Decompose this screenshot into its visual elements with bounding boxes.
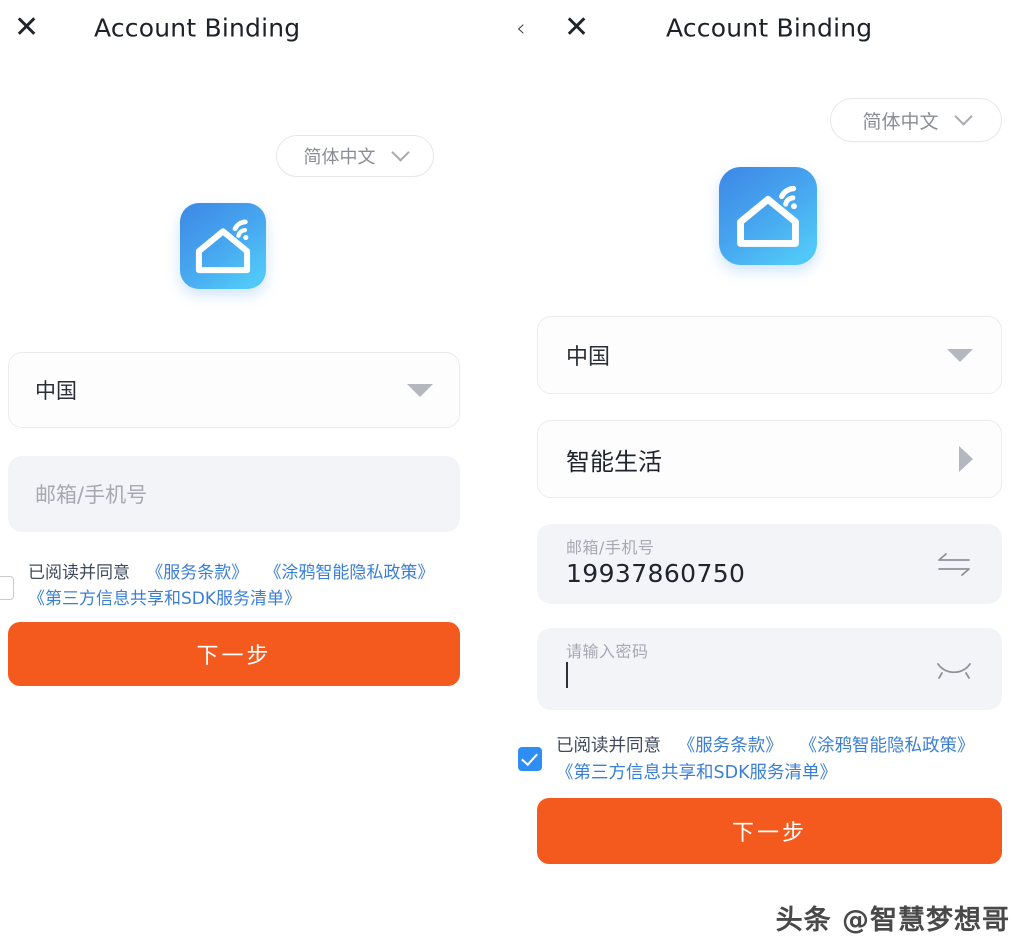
account-input[interactable]: 邮箱/手机号 19937860750 [537, 524, 1002, 604]
triangle-down-icon [947, 348, 973, 362]
next-step-button[interactable]: 下一步 [537, 798, 1002, 864]
right-header-bar: ‹ ✕ Account Binding [500, 0, 1024, 56]
close-icon[interactable]: ✕ [14, 13, 39, 43]
agreement-text: 已阅读并同意 《服务条款》 《涂鸦智能隐私政策》 《第三方信息共享和SDK服务清… [556, 733, 1014, 787]
app-selector-row[interactable]: 智能生活 [537, 420, 1002, 498]
page-title: Account Binding [666, 13, 873, 43]
agreement-lead: 已阅读并同意 [556, 736, 661, 756]
watermark: 头条 @智慧梦想哥 [775, 905, 1010, 936]
swap-arrows-icon[interactable] [935, 549, 973, 579]
smart-life-app-icon [180, 203, 266, 289]
country-selector[interactable]: 中国 [537, 316, 1002, 394]
account-input-label: 邮箱/手机号 [566, 538, 655, 558]
left-header-bar: ‹ ✕ Account Binding [0, 0, 442, 56]
app-selector-value: 智能生活 [566, 447, 662, 476]
terms-of-service-link[interactable]: 《服务条款》 [678, 736, 783, 756]
account-input-value: 19937860750 [566, 559, 746, 589]
password-input[interactable]: 请输入密码 [537, 628, 1002, 710]
country-selector[interactable]: 中国 [8, 352, 460, 428]
language-selector[interactable]: 简体中文 [276, 135, 434, 177]
agreement-row: 已阅读并同意 《服务条款》 《涂鸦智能隐私政策》 《第三方信息共享和SDK服务清… [518, 733, 1014, 787]
country-selector-value: 中国 [35, 379, 77, 403]
page-title: Account Binding [94, 13, 301, 43]
triangle-down-icon [407, 383, 433, 397]
password-input-label: 请输入密码 [566, 642, 649, 662]
privacy-policy-link[interactable]: 《涂鸦智能隐私政策》 [799, 736, 974, 756]
triangle-right-icon [959, 446, 973, 472]
terms-of-service-link[interactable]: 《服务条款》 [146, 563, 248, 583]
account-input[interactable]: 邮箱/手机号 [8, 456, 460, 532]
language-selector-label: 简体中文 [862, 110, 939, 133]
close-icon[interactable]: ✕ [564, 13, 589, 43]
text-caret [566, 662, 568, 689]
agreement-checkbox[interactable] [518, 747, 542, 771]
next-step-button[interactable]: 下一步 [8, 622, 460, 686]
language-selector[interactable]: 简体中文 [830, 98, 1002, 142]
third-party-sdk-list-link[interactable]: 《第三方信息共享和SDK服务清单》 [556, 763, 837, 783]
chevron-down-icon [390, 142, 410, 162]
left-screen-panel: ‹ ✕ Account Binding 简体中文 [0, 0, 460, 949]
agreement-checkbox[interactable] [0, 576, 14, 600]
chevron-down-icon [953, 106, 973, 126]
third-party-sdk-list-link[interactable]: 《第三方信息共享和SDK服务清单》 [28, 589, 301, 609]
language-selector-label: 简体中文 [303, 147, 376, 168]
back-icon[interactable]: ‹ [516, 16, 526, 40]
agreement-row: 已阅读并同意 《服务条款》 《涂鸦智能隐私政策》 《第三方信息共享和SDK服务清… [0, 560, 460, 613]
agreement-lead: 已阅读并同意 [28, 563, 130, 583]
eye-closed-icon[interactable] [935, 658, 973, 680]
privacy-policy-link[interactable]: 《涂鸦智能隐私政策》 [264, 563, 434, 583]
right-screen-panel: ‹ ✕ Account Binding 简体中文 中国 智能生活 邮箱/手机号 … [500, 0, 1024, 949]
password-input-value [566, 662, 935, 695]
screenshot-root: ‹ ✕ Account Binding 简体中文 [0, 0, 1024, 949]
country-selector-value: 中国 [566, 345, 611, 370]
agreement-text: 已阅读并同意 《服务条款》 《涂鸦智能隐私政策》 《第三方信息共享和SDK服务清… [28, 560, 460, 613]
account-input-placeholder: 邮箱/手机号 [35, 483, 148, 507]
smart-life-app-icon [719, 167, 817, 265]
